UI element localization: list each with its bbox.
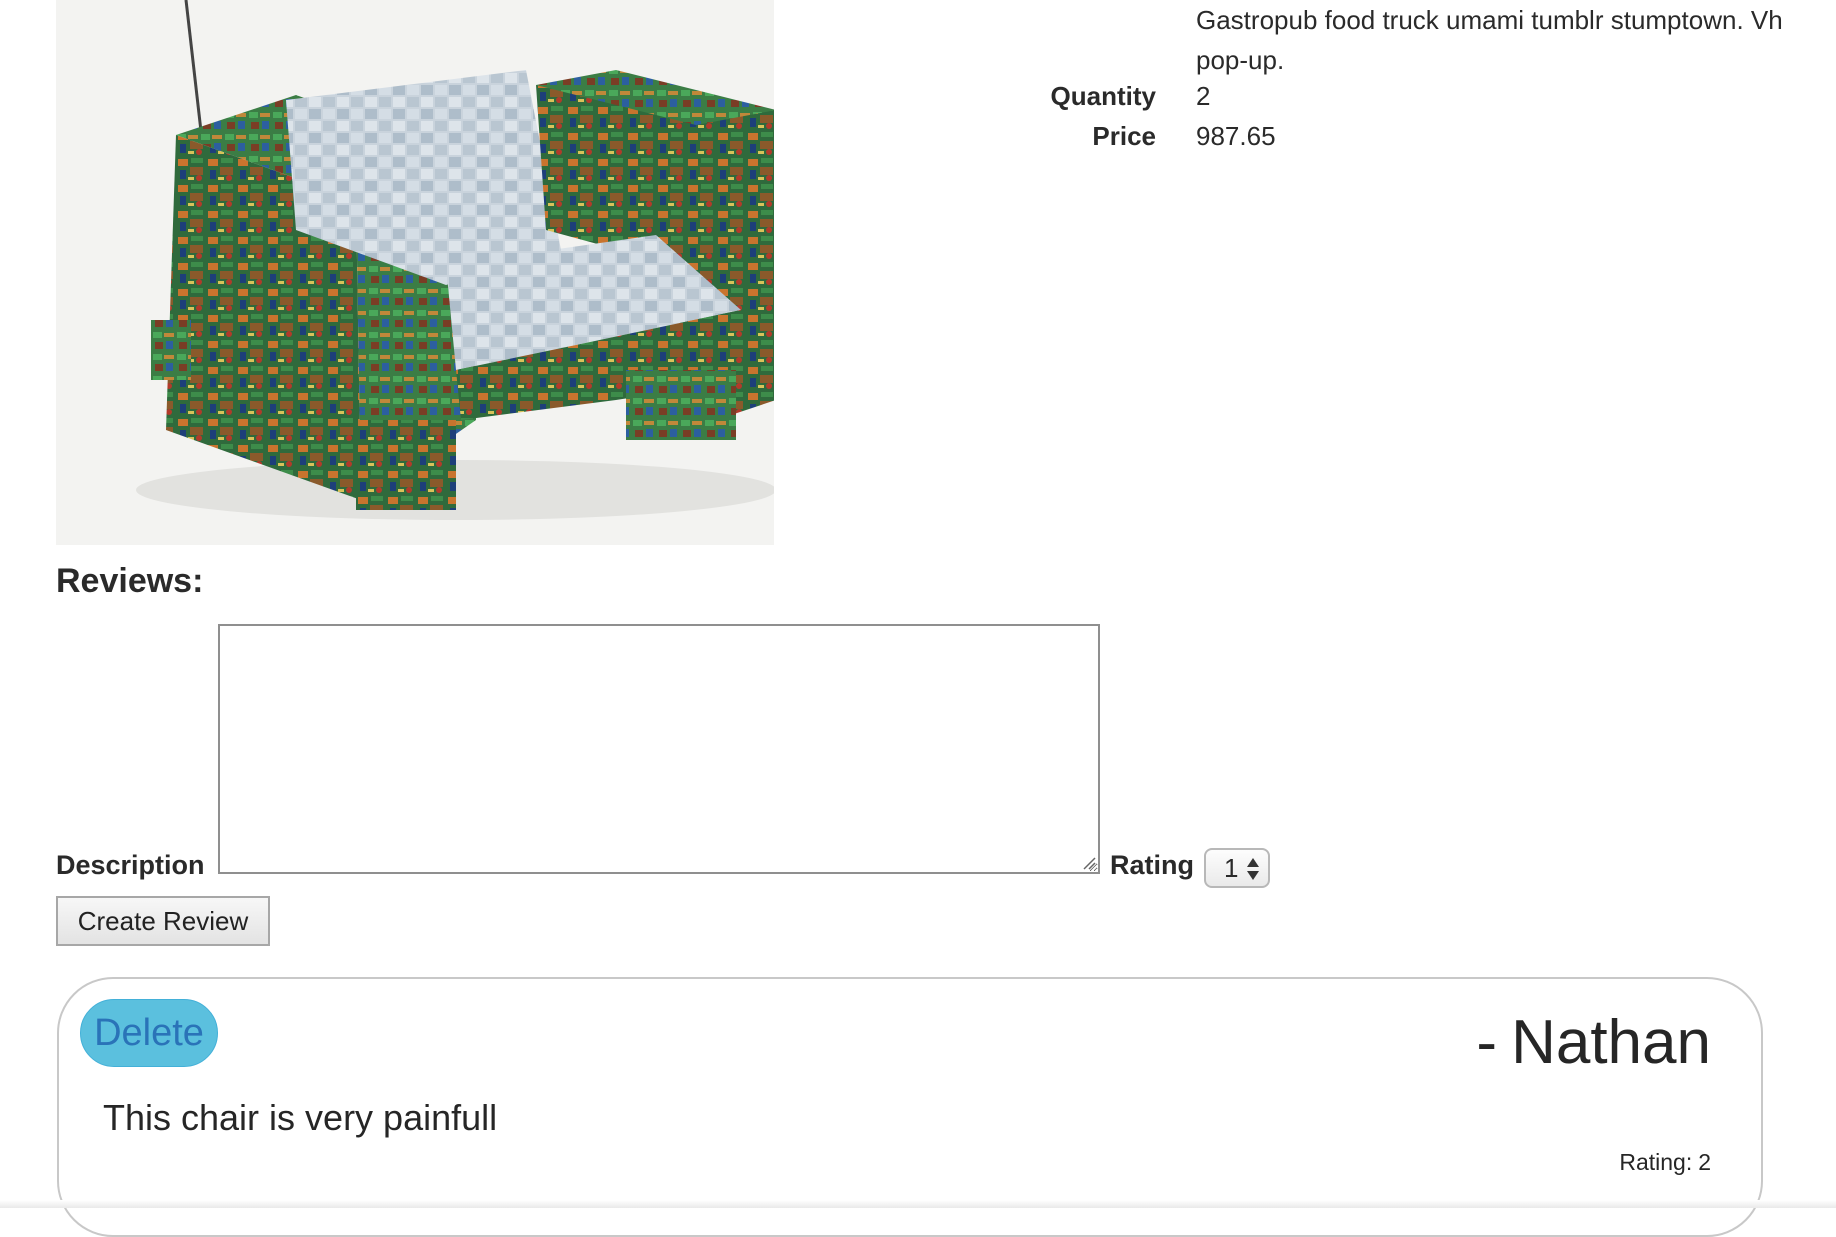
product-description-line: Gastropub food truck umami tumblr stumpt… [1196,5,1783,35]
description-label: Description [56,850,205,880]
product-description: Gastropub food truck umami tumblr stumpt… [1196,0,1836,80]
review-rating-label: Rating: [1619,1149,1693,1175]
price-value: 987.65 [1196,121,1276,151]
rating-select[interactable]: 1 [1204,848,1270,888]
circuit-board-chair-image [136,0,774,520]
review-text: This chair is very painfull [103,1097,498,1138]
product-description-line: pop-up. [1196,45,1285,75]
product-image [56,0,774,545]
quantity-row: Quantity 2 [900,76,1800,116]
window-bottom-edge [0,1200,1836,1208]
review-card: Delete - Nathan This chair is very painfu… [57,977,1763,1237]
review-rating-value: 2 [1698,1149,1711,1175]
resize-handle-icon[interactable] [1082,856,1096,870]
quantity-label: Quantity [1050,81,1156,111]
review-rating: Rating: 2 [1619,1149,1711,1176]
select-arrows-icon [1247,858,1259,880]
price-row: Price 987.65 [900,116,1800,156]
rating-select-value: 1 [1224,852,1239,883]
create-review-button[interactable]: Create Review [56,896,270,946]
reviews-heading: Reviews: [56,562,204,600]
quantity-value: 2 [1196,81,1211,111]
rating-label: Rating [1110,850,1194,880]
review-author-name: Nathan [1511,1008,1711,1077]
review-author: - Nathan [1476,1007,1711,1078]
description-textarea[interactable] [218,624,1100,874]
price-label: Price [1092,121,1156,151]
delete-review-button[interactable]: Delete [80,999,218,1067]
review-author-prefix: - [1476,1008,1498,1077]
